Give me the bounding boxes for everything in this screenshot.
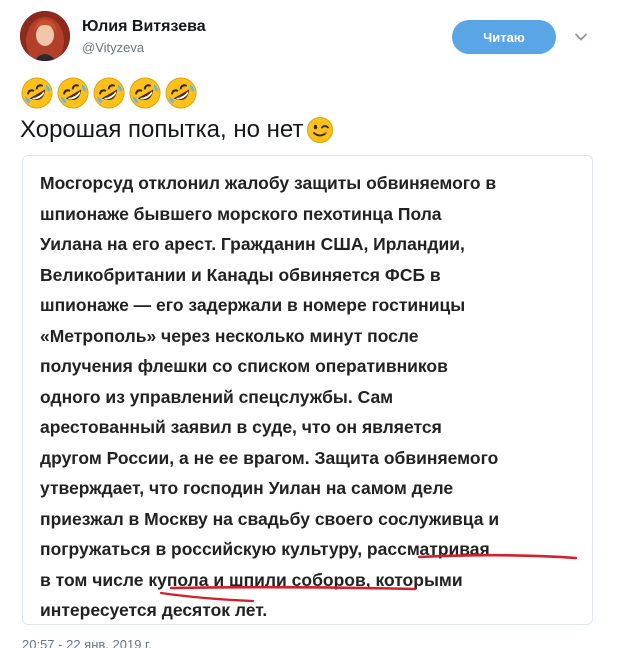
card-line: арестованный заявил в суде, что он являе… [40, 417, 442, 437]
card-line: в том числе купола и шпили соборов, кото… [40, 569, 463, 590]
card-line: Мосгорсуд отклонил жалобу защиты обвиняе… [40, 173, 497, 193]
card-line: одного из управлений спецслужбы. Сам [40, 386, 394, 407]
author-name[interactable]: Юлия Витязева [82, 18, 206, 36]
card-line: шпионаже — его задержали в номере гостин… [40, 295, 466, 315]
tweet-header: Юлия Витязева @Vityzeva Читаю [0, 0, 620, 72]
author-handle[interactable]: @Vityzeva [82, 40, 144, 55]
rolling-laughing-emoji-icon [93, 77, 125, 109]
avatar[interactable] [20, 11, 70, 61]
tweet-text: Хорошая попытка, но нет [20, 116, 334, 144]
card-line: приезжал в Москву на свадьбу своего сосл… [40, 508, 500, 529]
card-line: утверждает, что господин Уилан на самом … [40, 478, 454, 498]
card-line: шпионаже бывшего морского пехотинца Пола [40, 203, 442, 224]
card-line: «Метрополь» через несколько минут после [40, 325, 419, 346]
card-line: интересуется десяток лет. [40, 600, 268, 620]
quoted-text: Мосгорсуд отклонил жалобу защиты обвиняе… [40, 168, 590, 626]
rolling-laughing-emoji-icon [165, 77, 197, 109]
tweet-timestamp[interactable]: 20:57 - 22 янв. 2019 г. [22, 637, 152, 648]
chevron-down-icon[interactable] [574, 30, 588, 44]
rolling-laughing-emoji-icon [21, 77, 53, 109]
card-line: другом России, а не ее врагом. Защита об… [40, 447, 499, 468]
emoji-row [20, 76, 198, 110]
card-line: Великобритании и Канады обвиняется ФСБ в [40, 264, 441, 285]
tweet-text-content: Хорошая попытка, но нет [20, 116, 304, 143]
card-line: получения флешки со списком оперативнико… [40, 356, 448, 376]
card-line: погружаться в российскую культуру, рассм… [40, 539, 490, 559]
quoted-text-card[interactable]: Мосгорсуд отклонил жалобу защиты обвиняе… [22, 155, 593, 625]
rolling-laughing-emoji-icon [129, 77, 161, 109]
winking-face-emoji-icon [307, 117, 334, 143]
rolling-laughing-emoji-icon [57, 77, 89, 109]
card-line: Уилана на его арест. Гражданин США, Ирла… [40, 234, 465, 254]
following-button[interactable]: Читаю [452, 20, 556, 54]
